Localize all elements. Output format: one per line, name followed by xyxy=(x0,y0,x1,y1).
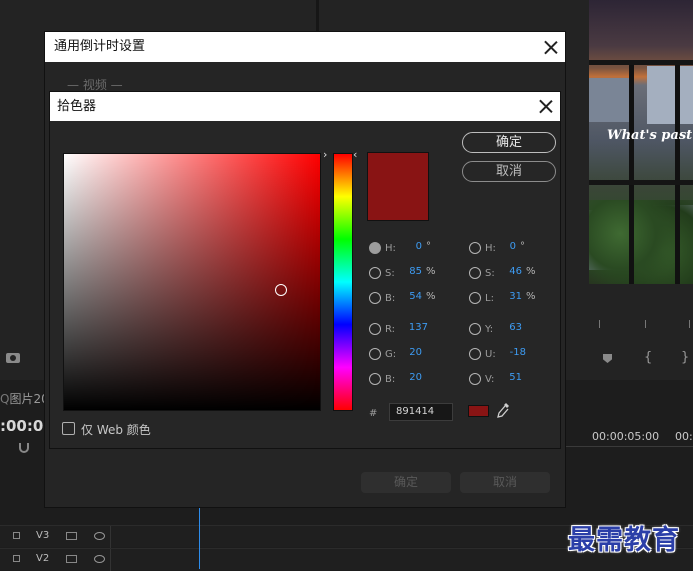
field-unit: % xyxy=(426,266,436,277)
web-colors-only-label: 仅 Web 颜色 xyxy=(81,423,151,437)
ok-button-disabled[interactable]: 确定 xyxy=(361,472,451,493)
preview-caption: What's past xyxy=(607,128,693,143)
hsl-hue-value[interactable]: 0 xyxy=(484,241,516,252)
dialog-title: 拾色器 xyxy=(50,92,560,121)
radio-hsl-s[interactable] xyxy=(469,267,481,279)
new-color-swatch xyxy=(367,152,429,221)
radio-s[interactable] xyxy=(369,267,381,279)
radio-h[interactable] xyxy=(369,242,381,254)
field-unit: % xyxy=(426,291,436,302)
watermark-logo: 最需教育 xyxy=(568,525,680,556)
cancel-button[interactable]: 取消 xyxy=(462,161,556,182)
program-preview-image: What's past xyxy=(589,0,693,284)
hue-slider-arrow-left[interactable]: › xyxy=(323,148,327,161)
marker-icon[interactable] xyxy=(603,354,612,363)
field-unit: % xyxy=(526,291,536,302)
project-panel-label: Q图片20 xyxy=(0,392,49,406)
field-unit: ° xyxy=(426,241,431,252)
blue-value[interactable]: 20 xyxy=(390,372,422,383)
close-icon[interactable] xyxy=(539,99,553,113)
timeline-ruler[interactable] xyxy=(560,446,693,447)
magnet-icon[interactable] xyxy=(19,443,29,453)
ok-button[interactable]: 确定 xyxy=(462,132,556,153)
close-icon[interactable] xyxy=(544,40,558,54)
saturation-brightness-field[interactable] xyxy=(63,153,321,411)
luma-value[interactable]: 63 xyxy=(490,322,522,333)
playhead[interactable] xyxy=(199,508,200,569)
radio-u[interactable] xyxy=(469,348,481,360)
program-controls-area: { } xyxy=(589,284,693,380)
lock-icon[interactable] xyxy=(13,555,20,562)
hue-slider[interactable] xyxy=(333,153,353,411)
hue-value[interactable]: 0 xyxy=(390,241,422,252)
radio-g[interactable] xyxy=(369,348,381,360)
in-point-icon[interactable]: { xyxy=(644,350,652,365)
color-cursor[interactable] xyxy=(275,284,287,296)
radio-b[interactable] xyxy=(369,292,381,304)
hsl-saturation-value[interactable]: 46 xyxy=(490,266,522,277)
camera-icon[interactable] xyxy=(6,353,20,363)
current-color-swatch xyxy=(468,405,489,417)
hex-prefix: # xyxy=(369,408,378,419)
field-label: R: xyxy=(385,324,396,335)
radio-blue[interactable] xyxy=(369,373,381,385)
cancel-button-disabled[interactable]: 取消 xyxy=(460,472,550,493)
dialog-title: 通用倒计时设置 xyxy=(45,32,565,62)
field-unit: % xyxy=(526,266,536,277)
web-colors-only-checkbox[interactable] xyxy=(62,422,75,435)
eyedropper-icon[interactable] xyxy=(496,402,510,420)
track-name: V2 xyxy=(36,553,50,564)
u-value[interactable]: -18 xyxy=(494,347,526,358)
saturation-value[interactable]: 85 xyxy=(390,266,422,277)
filmstrip-icon[interactable] xyxy=(66,532,77,540)
filmstrip-icon[interactable] xyxy=(66,555,77,563)
field-unit: ° xyxy=(520,241,525,252)
lightness-value[interactable]: 31 xyxy=(490,291,522,302)
radio-v[interactable] xyxy=(469,373,481,385)
v-value[interactable]: 51 xyxy=(490,372,522,383)
timeline-time-label: 00:0 xyxy=(675,430,693,443)
hex-input[interactable]: 891414 xyxy=(389,403,453,421)
timeline-time-label: 00:00:05:00 xyxy=(592,430,660,443)
track-name: V3 xyxy=(36,530,50,541)
radio-r[interactable] xyxy=(369,323,381,335)
eye-icon[interactable] xyxy=(94,532,105,540)
green-value[interactable]: 20 xyxy=(390,347,422,358)
radio-hsl-h[interactable] xyxy=(469,242,481,254)
out-point-icon[interactable]: } xyxy=(681,350,689,365)
lock-icon[interactable] xyxy=(13,532,20,539)
eye-icon[interactable] xyxy=(94,555,105,563)
radio-hsl-l[interactable] xyxy=(469,292,481,304)
radio-y[interactable] xyxy=(469,323,481,335)
red-value[interactable]: 137 xyxy=(396,322,428,333)
color-picker-dialog: 拾色器 › ‹ 确定 取消 H: 0 ° S: 85 % B: 54 % R: … xyxy=(49,91,561,449)
brightness-value[interactable]: 54 xyxy=(390,291,422,302)
hue-slider-arrow-right[interactable]: ‹ xyxy=(353,148,357,161)
